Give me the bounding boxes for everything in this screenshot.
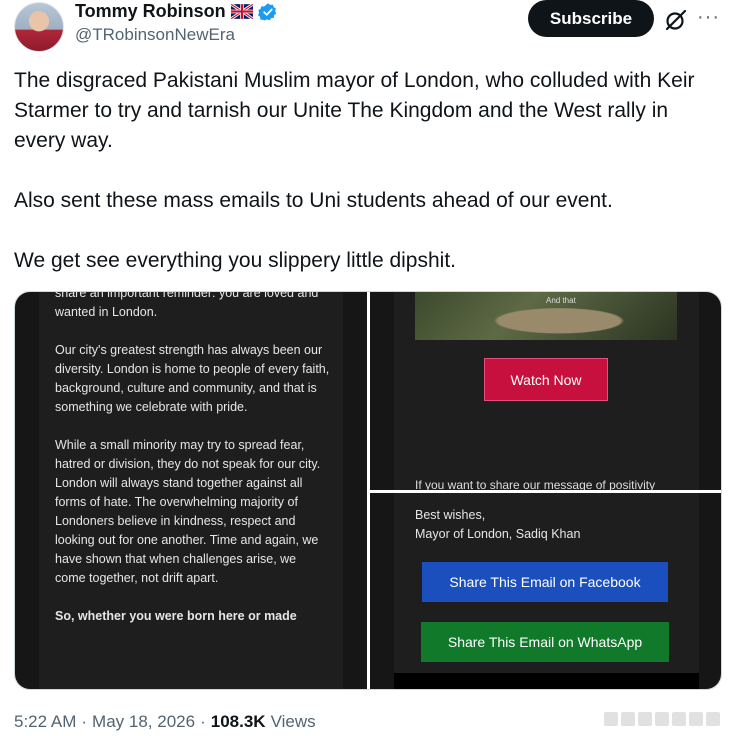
media-image-watch-now[interactable]: And that Watch Now If you want to share … (370, 292, 721, 490)
tweet-paragraph: We get see everything you slippery littl… (14, 249, 457, 272)
media-image-share-buttons[interactable]: Best wishes, Mayor of London, Sadiq Khan… (370, 493, 721, 689)
tweet-date[interactable]: May 18, 2026 (92, 712, 195, 732)
video-thumbnail: And that (415, 292, 677, 340)
grok-icon[interactable] (664, 8, 688, 32)
media-grid[interactable]: share an important reminder: you are lov… (14, 291, 722, 690)
tweet-text: The disgraced Pakistani Muslim mayor of … (14, 66, 724, 276)
email-body-text: share an important reminder: you are lov… (55, 292, 330, 645)
separator-dot: · (200, 712, 206, 731)
views-label: Views (270, 712, 316, 731)
tweet-paragraph: Also sent these mass emails to Uni stude… (14, 189, 613, 212)
email-paragraph: Our city's greatest strength has always … (55, 343, 330, 414)
views-count: 108.3K (210, 712, 266, 731)
separator-dot: · (81, 712, 88, 731)
share-message-text: If you want to share our message of posi… (415, 478, 656, 490)
email-signature: Best wishes, Mayor of London, Sadiq Khan (415, 506, 580, 544)
author-name[interactable]: Tommy Robinson (75, 1, 226, 22)
email-paragraph: share an important reminder: you are lov… (55, 292, 319, 319)
author-handle[interactable]: @TRobinsonNewEra (75, 25, 235, 45)
avatar[interactable] (14, 2, 64, 52)
author-row: Tommy Robinson (75, 1, 278, 22)
subscribe-button[interactable]: Subscribe (528, 0, 654, 37)
verified-badge-icon (257, 2, 278, 22)
tweet-time[interactable]: 5:22 AM (14, 712, 76, 732)
email-footer-bar (394, 673, 699, 689)
uk-flag-icon (230, 4, 253, 19)
video-caption: And that (546, 296, 576, 305)
media-image-email-body[interactable]: share an important reminder: you are lov… (15, 292, 367, 689)
email-paragraph: While a small minority may try to spread… (55, 438, 321, 585)
more-options-icon[interactable]: ··· (697, 7, 720, 27)
watch-now-button: Watch Now (484, 358, 608, 401)
tweet-metadata: 5:22 AM · May 18, 2026 · 108.3K Views (14, 712, 316, 732)
share-whatsapp-button: Share This Email on WhatsApp (421, 622, 669, 662)
signature-line: Mayor of London, Sadiq Khan (415, 527, 581, 541)
watermark (604, 712, 724, 728)
signature-line: Best wishes, (415, 508, 486, 522)
tweet-paragraph: The disgraced Pakistani Muslim mayor of … (14, 69, 695, 152)
email-paragraph: So, whether you were born here or made (55, 609, 297, 623)
share-facebook-button: Share This Email on Facebook (422, 562, 668, 602)
